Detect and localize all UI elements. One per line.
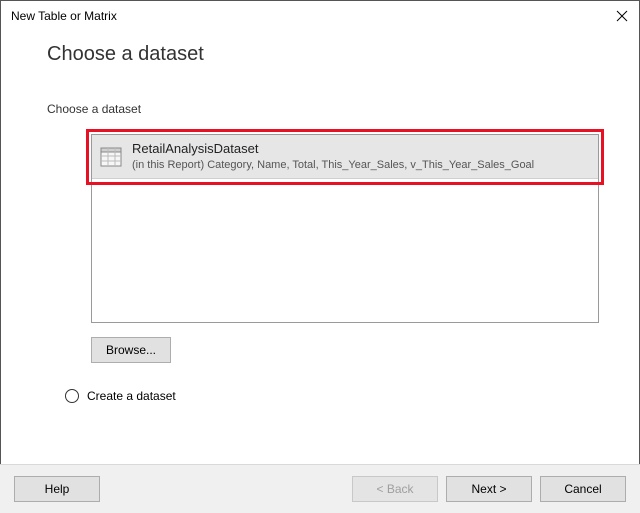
window-title: New Table or Matrix: [11, 9, 117, 23]
titlebar: New Table or Matrix: [1, 1, 639, 29]
close-icon[interactable]: [615, 9, 629, 23]
dataset-fields: (in this Report) Category, Name, Total, …: [132, 158, 534, 172]
dialog-footer: Help < Back Next > Cancel: [0, 464, 640, 513]
radio-icon[interactable]: [65, 389, 79, 403]
section-label: Choose a dataset: [47, 102, 605, 116]
dialog-content: Choose a dataset Choose a dataset Retail: [1, 29, 639, 403]
dataset-text: RetailAnalysisDataset (in this Report) C…: [132, 141, 534, 172]
dataset-item[interactable]: RetailAnalysisDataset (in this Report) C…: [92, 135, 598, 179]
page-title: Choose a dataset: [47, 43, 605, 66]
create-dataset-row[interactable]: Create a dataset: [65, 389, 605, 403]
dataset-listbox[interactable]: RetailAnalysisDataset (in this Report) C…: [91, 134, 599, 323]
next-button[interactable]: Next >: [446, 476, 532, 502]
help-button[interactable]: Help: [14, 476, 100, 502]
cancel-button[interactable]: Cancel: [540, 476, 626, 502]
dataset-name: RetailAnalysisDataset: [132, 141, 534, 158]
browse-button[interactable]: Browse...: [91, 337, 171, 363]
table-icon: [100, 146, 122, 168]
create-dataset-label: Create a dataset: [87, 389, 176, 403]
back-button: < Back: [352, 476, 438, 502]
dataset-listbox-wrapper: RetailAnalysisDataset (in this Report) C…: [91, 134, 599, 323]
